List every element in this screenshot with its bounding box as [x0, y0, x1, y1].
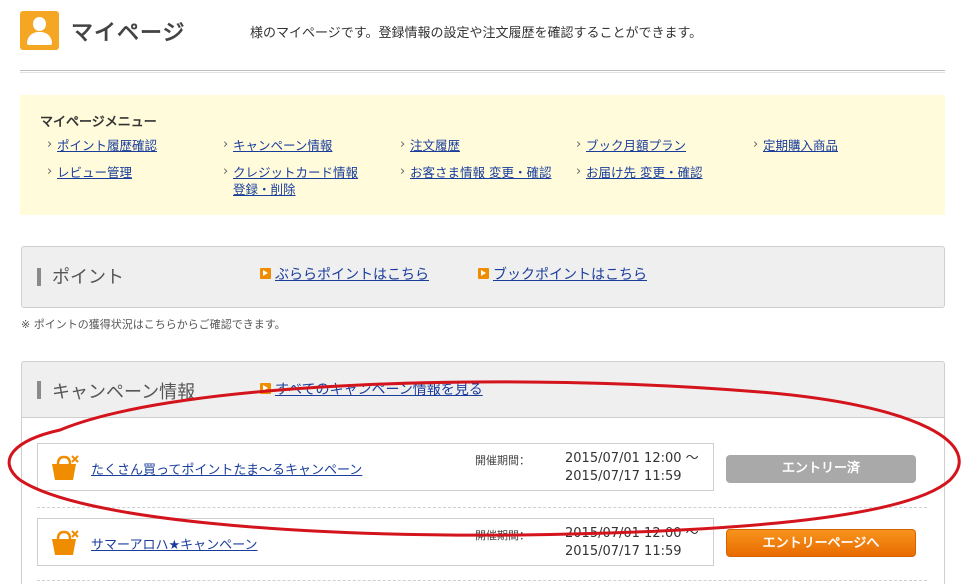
entry-page-button[interactable]: エントリーページへ — [726, 529, 916, 557]
section-bar — [37, 268, 41, 286]
period-start: 2015/07/01 12:00 ～ — [565, 451, 699, 466]
period-start: 2015/07/01 12:00 ～ — [565, 526, 699, 541]
menu-item-campaign-info[interactable]: キャンペーン情報 — [223, 136, 332, 154]
menu-item-point-history[interactable]: ポイント履歴確認 — [47, 136, 157, 154]
menu-item-delivery-address[interactable]: お届け先 変更・確認 — [576, 163, 702, 181]
book-point-link[interactable]: ブックポイントはこちら — [478, 264, 647, 284]
arrow-right-icon — [260, 383, 271, 394]
row-divider — [37, 507, 927, 508]
shopping-bag-icon — [52, 530, 79, 555]
page-title: マイページ — [71, 21, 186, 46]
campaign-card: たくさん買ってポイントたま～るキャンペーン 開催期間： 2015/07/01 1… — [37, 443, 714, 491]
campaign-name-link[interactable]: サマーアロハ★キャンペーン — [91, 534, 258, 553]
arrow-right-icon — [260, 268, 271, 279]
period-label: 開催期間： — [475, 454, 530, 467]
campaign-panel-header: キャンペーン情報 すべてのキャンペーン情報を見る — [21, 361, 945, 418]
mypage-menu: マイページメニュー ポイント履歴確認 キャンペーン情報 注文履歴 ブック月額プラ… — [20, 95, 945, 215]
campaign-title: キャンペーン情報 — [52, 382, 196, 403]
points-title: ポイント — [52, 267, 124, 288]
arrow-right-icon — [478, 268, 489, 279]
section-bar — [37, 381, 41, 399]
menu-item-book-monthly-plan[interactable]: ブック月額プラン — [576, 136, 686, 154]
points-note: ※ ポイントの獲得状況はこちらからご確認できます。 — [21, 318, 286, 331]
campaign-name-link[interactable]: たくさん買ってポイントたま～るキャンペーン — [91, 459, 362, 478]
row-divider — [37, 580, 927, 581]
period-label: 開催期間： — [475, 529, 530, 542]
header-divider — [20, 70, 945, 73]
menu-item-credit-card[interactable]: クレジットカード情報 登録・削除 — [223, 163, 358, 198]
period-end: 2015/07/17 11:59 — [565, 544, 682, 559]
user-icon — [20, 11, 59, 50]
menu-item-customer-info[interactable]: お客さま情報 変更・確認 — [400, 163, 551, 181]
menu-item-subscription-products[interactable]: 定期購入商品 — [753, 136, 838, 154]
plala-point-link-text[interactable]: ぶららポイントはこちら — [275, 267, 429, 283]
period-dates: 2015/07/01 12:00 ～ 2015/07/17 11:59 — [565, 450, 699, 486]
plala-point-link[interactable]: ぶららポイントはこちら — [260, 264, 429, 284]
points-panel: ポイント ぶららポイントはこちら ブックポイントはこちら — [21, 246, 945, 308]
credit-card-label-line2[interactable]: 登録・削除 — [233, 182, 296, 197]
campaign-card: サマーアロハ★キャンペーン 開催期間： 2015/07/01 12:00 ～ 20… — [37, 518, 714, 566]
period-dates: 2015/07/01 12:00 ～ 2015/07/17 11:59 — [565, 525, 699, 561]
menu-item-review-management[interactable]: レビュー管理 — [47, 163, 132, 181]
credit-card-label[interactable]: クレジットカード情報 — [233, 165, 358, 180]
period-end: 2015/07/17 11:59 — [565, 469, 682, 484]
entry-done-button[interactable]: エントリー済 — [726, 455, 916, 483]
menu-title: マイページメニュー — [40, 115, 157, 130]
shopping-bag-icon — [52, 455, 79, 480]
book-point-link-text[interactable]: ブックポイントはこちら — [493, 267, 647, 283]
menu-item-order-history[interactable]: 注文履歴 — [400, 136, 460, 154]
page-description: 様のマイページです。登録情報の設定や注文履歴を確認することができます。 — [250, 26, 703, 41]
all-campaigns-link-text[interactable]: すべてのキャンペーン情報を見る — [275, 382, 483, 398]
all-campaigns-link[interactable]: すべてのキャンペーン情報を見る — [260, 379, 483, 399]
